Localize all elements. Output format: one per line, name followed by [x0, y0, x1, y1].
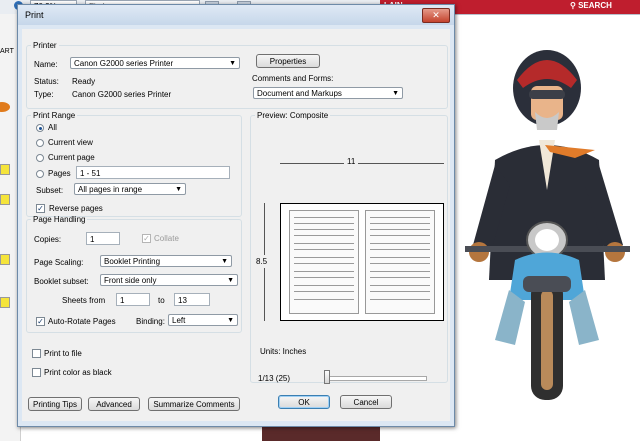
properties-button[interactable]: Properties: [256, 54, 320, 68]
print-dialog: Print ✕ Printer Name: Canon G2000 series…: [17, 4, 455, 427]
range-pages-radio[interactable]: [36, 170, 44, 178]
note-marker[interactable]: [0, 297, 10, 308]
print-range-group: Print Range: [26, 111, 242, 217]
range-current-page-radio[interactable]: [36, 154, 44, 162]
chevron-down-icon: ▼: [227, 277, 234, 284]
page-slider-thumb[interactable]: [324, 370, 330, 384]
chevron-down-icon: ▼: [227, 317, 234, 324]
site-search-link[interactable]: ⚲ SEARCH: [570, 1, 612, 10]
chevron-down-icon: ▼: [392, 90, 399, 97]
dialog-titlebar[interactable]: Print ✕: [18, 5, 454, 25]
range-all-label[interactable]: All: [48, 123, 57, 132]
note-marker[interactable]: [0, 194, 10, 205]
print-to-file-checkbox[interactable]: [32, 349, 41, 358]
sheets-from-label: Sheets from: [62, 296, 106, 305]
page-content-fragment: [262, 426, 380, 441]
dialog-body: Printer Name: Canon G2000 series Printer…: [22, 29, 450, 421]
fender: [523, 276, 571, 292]
subset-select[interactable]: All pages in range ▼: [74, 183, 186, 195]
dialog-title: Print: [25, 10, 44, 20]
page-slider-track[interactable]: [327, 376, 427, 381]
booklet-subset-select[interactable]: Front side only ▼: [100, 274, 238, 286]
pages-input[interactable]: 1 - 51: [76, 166, 230, 179]
preview-left-page: [289, 210, 359, 314]
thumbnail-marker: [0, 102, 10, 112]
close-icon: ✕: [432, 10, 440, 20]
chevron-down-icon: ▼: [175, 186, 182, 193]
page-scaling-select[interactable]: Booklet Printing ▼: [100, 255, 232, 267]
print-black-label[interactable]: Print color as black: [44, 368, 112, 377]
copies-stepper[interactable]: 1: [86, 232, 120, 245]
range-current-view-radio[interactable]: [36, 139, 44, 147]
note-marker[interactable]: [0, 254, 10, 265]
motorcycle-rider-illustration: [465, 50, 630, 400]
sheets-to-input[interactable]: 13: [174, 293, 210, 306]
close-button[interactable]: ✕: [422, 8, 450, 23]
sheets-from-input[interactable]: 1: [116, 293, 150, 306]
binding-label: Binding:: [136, 317, 165, 326]
print-to-file-label[interactable]: Print to file: [44, 349, 82, 358]
auto-rotate-label[interactable]: Auto-Rotate Pages: [48, 317, 116, 326]
comments-forms-select[interactable]: Document and Markups ▼: [253, 87, 403, 99]
goggles: [529, 90, 565, 99]
preview-page: [280, 203, 444, 321]
reverse-pages-checkbox[interactable]: ✓: [36, 204, 45, 213]
summarize-comments-button[interactable]: Summarize Comments: [148, 397, 240, 411]
print-black-checkbox[interactable]: [32, 368, 41, 377]
tire-tread: [541, 290, 553, 390]
auto-rotate-checkbox[interactable]: ✓: [36, 317, 45, 326]
subset-label: Subset:: [36, 186, 64, 195]
preview-right-page: [365, 210, 435, 314]
type-label: Type:: [34, 90, 54, 99]
width-dimension-label: 11: [344, 157, 359, 166]
advanced-button[interactable]: Advanced: [88, 397, 140, 411]
headlight-lens: [535, 229, 559, 251]
page-handling-label: Page Handling: [33, 215, 86, 224]
note-marker[interactable]: [0, 164, 10, 175]
chevron-down-icon: ▼: [221, 258, 228, 265]
cancel-button[interactable]: Cancel: [340, 395, 392, 409]
ok-button[interactable]: OK: [278, 395, 330, 409]
copies-label: Copies:: [34, 235, 62, 244]
range-current-page-label[interactable]: Current page: [48, 153, 95, 162]
preview-label: Preview: Composite: [257, 111, 329, 120]
print-range-label: Print Range: [33, 111, 76, 120]
sheets-to-label: to: [158, 296, 165, 305]
booklet-subset-label: Booklet subset:: [34, 277, 89, 286]
status-label: Status:: [34, 77, 59, 86]
type-value: Canon G2000 series Printer: [72, 90, 172, 99]
collate-label[interactable]: Collate: [154, 234, 179, 243]
printer-group-label: Printer: [33, 41, 57, 50]
printer-name-select[interactable]: Canon G2000 series Printer ▼: [70, 57, 240, 69]
range-current-view-label[interactable]: Current view: [48, 138, 93, 147]
comments-forms-label: Comments and Forms:: [252, 74, 334, 83]
printing-tips-button[interactable]: Printing Tips: [28, 397, 82, 411]
search-icon: ⚲: [570, 1, 579, 10]
reverse-pages-label[interactable]: Reverse pages: [49, 204, 103, 213]
printer-name-label: Name:: [34, 60, 58, 69]
page-scaling-label: Page Scaling:: [34, 258, 84, 267]
binding-select[interactable]: Left ▼: [168, 314, 238, 326]
units-label: Units: Inches: [260, 347, 307, 356]
chevron-down-icon: ▼: [229, 60, 236, 67]
range-all-radio[interactable]: [36, 124, 44, 132]
page-indicator: 1/13 (25): [258, 374, 291, 383]
page-text-fragment: ART: [0, 48, 14, 55]
range-pages-label[interactable]: Pages: [48, 169, 71, 178]
width-dimension-line: [280, 163, 444, 164]
collate-checkbox[interactable]: ✓: [142, 234, 151, 243]
status-value: Ready: [72, 77, 96, 86]
height-dimension-label: 8.5: [256, 255, 268, 268]
